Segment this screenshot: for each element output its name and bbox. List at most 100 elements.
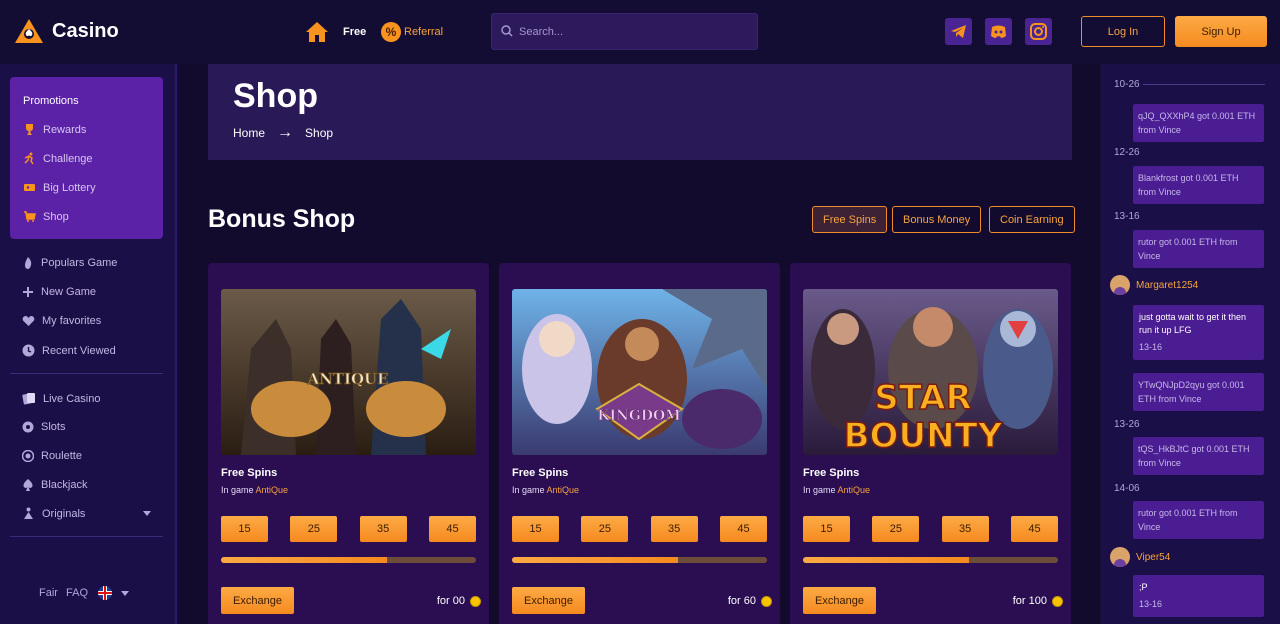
progress-bar bbox=[512, 557, 767, 563]
feed-divider bbox=[1143, 84, 1265, 85]
progress-fill bbox=[221, 557, 387, 563]
game-art-antique[interactable]: ANTIQUE bbox=[221, 289, 476, 455]
spin-option-button[interactable]: 15 bbox=[512, 516, 559, 542]
feed-message: tQS_HkBJtC got 0.001 ETH from Vince bbox=[1133, 437, 1264, 475]
filter-free-spins[interactable]: Free Spins bbox=[812, 206, 888, 233]
spin-option-button[interactable]: 45 bbox=[428, 516, 476, 542]
chat-user[interactable]: Margaret1254 bbox=[1110, 275, 1198, 295]
left-sidebar: Promotions Rewards Challenge Big Lottery… bbox=[0, 64, 177, 624]
sidebar-item-label: Roulette bbox=[41, 450, 82, 462]
nav-referral-link[interactable]: Referral bbox=[404, 26, 443, 38]
plus-icon bbox=[23, 287, 33, 297]
sidebar-item-roulette[interactable]: Roulette bbox=[22, 450, 82, 462]
spin-option-button[interactable]: 15 bbox=[221, 516, 268, 542]
spin-option-button[interactable]: 25 bbox=[290, 516, 338, 542]
exchange-button[interactable]: Exchange bbox=[221, 587, 294, 614]
sidebar-divider bbox=[10, 373, 163, 374]
feed-date: 13-16 bbox=[1114, 211, 1140, 222]
spin-option-button[interactable]: 35 bbox=[359, 516, 407, 542]
chat-message-time: 13-16 bbox=[1139, 599, 1163, 609]
spin-options: 15 25 35 45 bbox=[803, 516, 1058, 542]
spin-option-button[interactable]: 15 bbox=[803, 516, 850, 542]
sidebar-item-populars-game[interactable]: Populars Game bbox=[22, 257, 117, 269]
filter-bonus-money[interactable]: Bonus Money bbox=[892, 206, 982, 233]
faq-link[interactable]: FAQ bbox=[66, 587, 88, 599]
spin-option-button[interactable]: 35 bbox=[650, 516, 698, 542]
promotions-panel: Promotions Rewards Challenge Big Lottery… bbox=[10, 77, 163, 239]
chat-message-text: just gotta wait to get it then run it up… bbox=[1139, 312, 1247, 335]
sidebar-item-label: Live Casino bbox=[43, 392, 101, 405]
trophy-icon bbox=[26, 124, 33, 135]
sidebar-item-slots[interactable]: Slots bbox=[22, 421, 65, 433]
percent-icon[interactable]: % bbox=[381, 22, 401, 42]
shop-card: KINGDOM Free Spins In game AntiQue 15 25… bbox=[499, 263, 780, 624]
spin-option-button[interactable]: 45 bbox=[1010, 516, 1058, 542]
chat-message-text: ;P bbox=[1139, 582, 1148, 592]
sidebar-item-challenge[interactable]: Challenge bbox=[23, 152, 93, 165]
promotions-title: Promotions bbox=[23, 95, 79, 107]
progress-fill bbox=[512, 557, 678, 563]
logo[interactable]: Casino bbox=[14, 18, 119, 44]
sidebar-item-label: Shop bbox=[43, 210, 69, 223]
price: for 100 bbox=[1013, 595, 1063, 607]
telegram-icon[interactable] bbox=[945, 18, 972, 45]
card-title: Free Spins bbox=[512, 467, 569, 479]
exchange-button[interactable]: Exchange bbox=[512, 587, 585, 614]
spin-options: 15 25 35 45 bbox=[512, 516, 767, 542]
coin-icon bbox=[470, 595, 481, 607]
uk-flag-icon[interactable] bbox=[98, 586, 112, 600]
breadcrumb-current: Shop bbox=[305, 126, 334, 140]
signup-button[interactable]: Sign Up bbox=[1175, 16, 1267, 47]
game-art-kingdom[interactable]: KINGDOM bbox=[512, 289, 767, 455]
breadcrumb-home[interactable]: Home bbox=[233, 126, 265, 140]
art-title: KINGDOM bbox=[597, 408, 680, 424]
sidebar-item-new-game[interactable]: New Game bbox=[22, 286, 96, 298]
price: for 00 bbox=[437, 595, 481, 607]
filter-coin-earning[interactable]: Coin Earning bbox=[989, 206, 1075, 233]
slots-icon bbox=[22, 421, 34, 433]
chat-username: Viper54 bbox=[1136, 551, 1171, 563]
game-name-link[interactable]: AntiQue bbox=[838, 485, 871, 495]
search-input[interactable] bbox=[519, 23, 744, 41]
price-text: for 60 bbox=[727, 595, 756, 607]
game-name-link[interactable]: AntiQue bbox=[256, 485, 289, 495]
sidebar-item-blackjack[interactable]: Blackjack bbox=[22, 479, 87, 491]
search-bar[interactable] bbox=[491, 13, 758, 50]
fair-link[interactable]: Fair bbox=[39, 587, 58, 599]
spin-option-button[interactable]: 45 bbox=[719, 516, 767, 542]
sidebar-item-rewards[interactable]: Rewards bbox=[23, 123, 86, 136]
spin-option-button[interactable]: 25 bbox=[872, 516, 920, 542]
language-chevron-icon[interactable] bbox=[121, 591, 129, 596]
ticket-icon bbox=[24, 184, 35, 191]
arrow-right-icon: → bbox=[277, 124, 294, 141]
sidebar-item-label: New Game bbox=[41, 286, 97, 298]
sidebar-item-recent-viewed[interactable]: Recent Viewed bbox=[22, 344, 116, 357]
sidebar-item-live-casino[interactable]: Live Casino bbox=[22, 392, 100, 405]
nav-free-link[interactable]: Free bbox=[343, 26, 366, 38]
sidebar-item-my-favorites[interactable]: My favorites bbox=[22, 315, 101, 327]
chat-message: ;P 13-16 bbox=[1133, 575, 1264, 617]
instagram-icon[interactable] bbox=[1025, 18, 1052, 45]
sidebar-item-label: Rewards bbox=[43, 123, 87, 136]
section-title: Bonus Shop bbox=[208, 205, 356, 233]
sidebar-item-originals[interactable]: Originals bbox=[22, 507, 85, 520]
chevron-down-icon[interactable] bbox=[143, 511, 151, 516]
spin-option-button[interactable]: 25 bbox=[581, 516, 629, 542]
discord-icon[interactable] bbox=[985, 18, 1012, 45]
card-title: Free Spins bbox=[803, 467, 860, 479]
in-game-label: In game bbox=[512, 485, 545, 495]
chat-user[interactable]: Viper54 bbox=[1110, 547, 1170, 567]
chat-message-time: 13-16 bbox=[1139, 342, 1163, 352]
spin-option-button[interactable]: 35 bbox=[941, 516, 989, 542]
sidebar-item-label: Recent Viewed bbox=[42, 344, 116, 357]
exchange-button[interactable]: Exchange bbox=[803, 587, 876, 614]
home-icon[interactable] bbox=[305, 20, 329, 44]
sidebar-item-label: Challenge bbox=[43, 152, 93, 165]
sidebar-item-shop[interactable]: Shop bbox=[23, 210, 69, 223]
flame-icon bbox=[25, 257, 32, 269]
sidebar-item-big-lottery[interactable]: Big Lottery bbox=[23, 181, 96, 194]
feed-message: Blankfrost got 0.001 ETH from Vince bbox=[1133, 166, 1264, 204]
game-art-star-bounty[interactable]: STAR BOUNTY bbox=[803, 289, 1058, 455]
game-name-link[interactable]: AntiQue bbox=[547, 485, 580, 495]
login-button[interactable]: Log In bbox=[1081, 16, 1165, 47]
